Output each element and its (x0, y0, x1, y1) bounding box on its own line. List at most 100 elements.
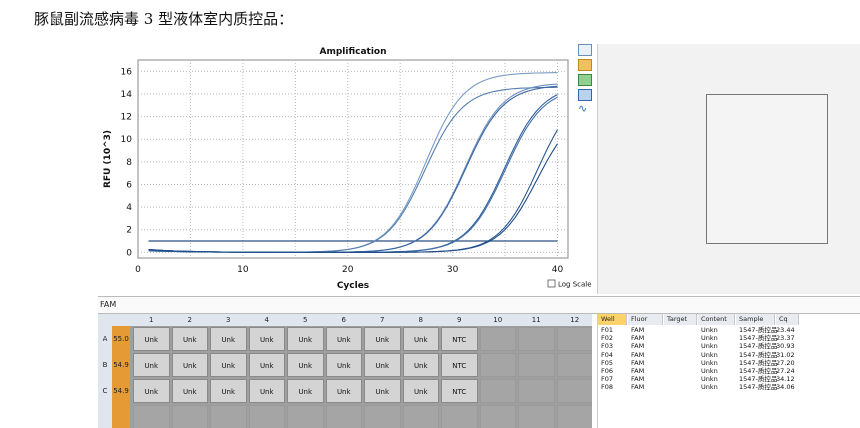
plate-well[interactable] (364, 405, 401, 428)
plate-well[interactable] (210, 405, 247, 428)
plate-view: 1 2 3 4 5 6 7 8 9 10 11 12 A 55.0 Unk Unk Unk Unk Unk Unk U… (98, 314, 592, 428)
table-row[interactable]: F07 FAM Unkn 1547-质控品 34.12 (598, 375, 860, 383)
plate-column-label: 6 (341, 316, 346, 324)
row-temperature: 54.9 (112, 352, 130, 378)
table-cell-content: Unkn (701, 350, 718, 359)
plate-well[interactable]: Unk (287, 327, 324, 351)
table-header-content[interactable]: Content (698, 314, 735, 325)
plate-well[interactable]: NTC (441, 327, 478, 351)
table-header-fluor[interactable]: Fluor (628, 314, 663, 325)
table-header-sample[interactable]: Sample (736, 314, 775, 325)
table-row[interactable]: F05 FAM Unkn 1547-质控品 27.20 (598, 359, 860, 367)
plate-well[interactable]: Unk (364, 353, 401, 377)
log-scale-checkbox (547, 279, 556, 288)
plate-well[interactable]: Unk (210, 353, 247, 377)
export-icon[interactable] (578, 74, 592, 86)
chart-options-icon[interactable] (578, 59, 592, 71)
table-cell-well: F04 (601, 350, 614, 359)
y-tick-label: 10 (121, 135, 133, 145)
plate-well[interactable] (556, 379, 592, 403)
plate-well[interactable]: Unk (210, 379, 247, 403)
y-tick-label: 2 (126, 226, 132, 236)
plate-well[interactable] (248, 405, 285, 428)
plate-well[interactable] (518, 405, 555, 428)
plate-well[interactable]: Unk (364, 327, 401, 351)
plate-well[interactable] (556, 405, 592, 428)
table-row[interactable]: F01 FAM Unkn 1547-质控品 23.44 (598, 326, 860, 334)
plate-well[interactable]: Unk (171, 327, 208, 351)
curve-style-icon[interactable]: ∿ (578, 103, 590, 114)
x-axis-label: Cycles (337, 281, 369, 291)
plate-well[interactable] (556, 327, 592, 351)
plate-well[interactable] (518, 353, 555, 377)
table-row[interactable]: F02 FAM Unkn 1547-质控品 23.37 (598, 334, 860, 342)
plate-well[interactable]: Unk (287, 353, 324, 377)
plate-well[interactable]: Unk (171, 379, 208, 403)
plate-well[interactable] (133, 405, 170, 428)
plate-well[interactable]: Unk (248, 353, 285, 377)
table-row[interactable]: F03 FAM Unkn 1547-质控品 30.93 (598, 342, 860, 350)
plate-well[interactable] (402, 405, 439, 428)
table-header-well[interactable]: Well (598, 314, 627, 325)
chart-toolbar: ∿ (578, 44, 594, 117)
plate-well[interactable]: Unk (325, 327, 362, 351)
x-tick-label: 0 (135, 265, 141, 275)
plate-well[interactable]: Unk (133, 353, 170, 377)
x-tick-label: 10 (237, 265, 249, 275)
plate-well[interactable] (518, 327, 555, 351)
table-cell-cq: 34.12 (776, 375, 795, 384)
plate-well[interactable]: Unk (287, 379, 324, 403)
plate-well[interactable]: Unk (364, 379, 401, 403)
table-cell-content: Unkn (701, 342, 718, 351)
plate-well[interactable] (479, 405, 516, 428)
table-row[interactable]: F08 FAM Unkn 1547-质控品 34.06 (598, 383, 860, 391)
right-pane (597, 44, 860, 294)
y-tick-label: 4 (126, 203, 132, 213)
plate-well[interactable] (171, 405, 208, 428)
table-cell-sample: 1547-质控品 (739, 342, 778, 351)
table-header-cq[interactable]: Cq (776, 314, 799, 325)
fluor-label: FAM (100, 300, 117, 309)
plate-well[interactable] (479, 327, 516, 351)
plate-well[interactable] (325, 405, 362, 428)
well-table: Well Fluor Target Content Sample Cq F01 FAM Unkn… (597, 314, 860, 428)
table-cell-sample: 1547-质控品 (739, 367, 778, 375)
table-cell-well: F05 (601, 358, 614, 367)
plate-well[interactable]: NTC (441, 379, 478, 403)
plate-well[interactable] (287, 405, 324, 428)
plate-well[interactable]: Unk (248, 379, 285, 403)
row-temperature: 55.0 (112, 326, 130, 352)
plate-well[interactable]: Unk (402, 353, 439, 377)
table-cell-content: Unkn (701, 326, 718, 334)
plate-column-label: 7 (380, 316, 385, 324)
plate-well[interactable] (479, 379, 516, 403)
table-cell-fluor: FAM (631, 334, 645, 343)
plate-well[interactable]: Unk (248, 327, 285, 351)
table-cell-fluor: FAM (631, 342, 645, 351)
plate-well[interactable]: Unk (133, 379, 170, 403)
plate-well[interactable]: Unk (133, 327, 170, 351)
plate-well[interactable] (479, 353, 516, 377)
plate-row-label: B (98, 352, 112, 378)
plate-well[interactable]: NTC (441, 353, 478, 377)
copy-icon[interactable] (578, 44, 592, 56)
table-cell-sample: 1547-质控品 (739, 383, 778, 392)
table-header-target[interactable]: Target (664, 314, 697, 325)
y-tick-label: 6 (126, 180, 132, 190)
table-cell-well: F07 (601, 375, 614, 384)
plate-well[interactable]: Unk (325, 353, 362, 377)
plate-well[interactable]: Unk (171, 353, 208, 377)
table-row[interactable]: F04 FAM Unkn 1547-质控品 31.02 (598, 351, 860, 359)
plate-well[interactable]: Unk (402, 327, 439, 351)
plate-well[interactable] (518, 379, 555, 403)
plate-well[interactable]: Unk (210, 327, 247, 351)
plate-well[interactable] (441, 405, 478, 428)
plate-well[interactable]: Unk (325, 379, 362, 403)
y-axis-label: RFU (10^3) (103, 130, 113, 188)
table-row[interactable]: F06 FAM Unkn 1547-质控品 27.24 (598, 367, 860, 375)
y-tick-label: 14 (121, 90, 133, 100)
plate-well[interactable] (556, 353, 592, 377)
fluor-selector[interactable]: FAM (98, 296, 860, 314)
print-icon[interactable] (578, 89, 592, 101)
plate-well[interactable]: Unk (402, 379, 439, 403)
